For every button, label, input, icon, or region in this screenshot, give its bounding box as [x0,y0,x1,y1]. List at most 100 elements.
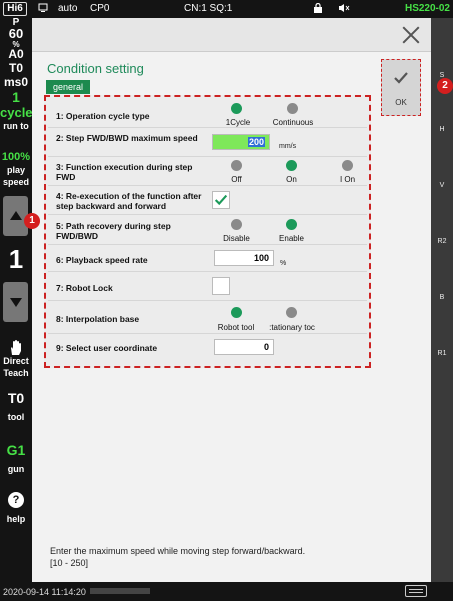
row-label: 5: Path recovery during step FWD/BWD [56,221,171,241]
dialog-header [32,18,431,52]
status-strip [90,588,150,594]
teach-label: Teach [3,368,29,378]
row-label: 1: Operation cycle type [56,111,150,121]
radio-label: Disable [223,234,250,243]
help-label[interactable]: help [0,514,32,524]
radio-label: Enable [279,234,304,243]
bottom-bar: 2020-09-14 11:14:20 [0,582,453,601]
logo: Hi6 [3,2,27,16]
help-text: Enter the maximum speed while moving ste… [50,545,305,569]
radio-label: Off [231,175,242,184]
radio-robot-tool[interactable] [231,307,242,318]
axis-r1[interactable]: R1 [431,350,453,357]
step-down-button[interactable] [3,282,28,322]
row-label: 7: Robot Lock [56,283,113,293]
row-robot-lock: 7: Robot Lock [48,272,367,301]
step-speed-value: 200 [247,137,265,147]
radio-continuous[interactable] [287,103,298,114]
lock-icon [314,3,322,13]
cycle-button[interactable]: cycle [0,106,33,120]
row-label: 3: Function execution during step FWD [56,162,193,182]
radio-label: Robot tool [217,323,255,332]
settings-panel: 1: Operation cycle type 1Cycle Continuou… [44,95,371,368]
robot-lock-checkbox[interactable] [212,277,230,295]
unit-label: % [280,260,287,267]
datetime: 2020-09-14 11:14:20 [3,587,86,597]
right-axis-rail: S H V R2 B R1 [431,18,453,582]
close-icon[interactable] [402,26,420,44]
row-user-coordinate: 9: Select user coordinate 0 [48,334,367,362]
ms0-label: ms0 [3,75,29,89]
axis-r2[interactable]: R2 [431,238,453,245]
check-icon [214,194,228,206]
row-label: 6: Playback speed rate [56,255,148,265]
tool-value[interactable]: T0 [0,390,32,406]
row-playback-speed: 6: Playback speed rate 100 % [48,245,367,272]
robot-model: HS220-02 [404,3,450,14]
row-interpolation-base: 8: Interpolation base Robot tool :tation… [48,301,367,334]
tab-general[interactable]: general [46,80,90,94]
axis-v[interactable]: V [431,182,453,189]
row-label: 4: Re-execution of the function after st… [56,191,202,211]
row-path-recovery: 5: Path recovery during step FWD/BWD Dis… [48,215,367,245]
radio-label: On [286,175,297,184]
play-speed-value[interactable]: 100% [0,151,32,163]
tool-label: tool [7,412,25,422]
row-reexecution: 4: Re-execution of the function after st… [48,186,367,215]
status-bar: Hi6 auto CP0 CN:1 SQ:1 HS220-02 [0,0,453,18]
row-label: 2: Step FWD/BWD maximum speed [56,133,198,143]
gun-label: gun [7,464,25,474]
row-function-execution: 3: Function execution during step FWD Of… [48,157,367,186]
ok-button[interactable]: OK [381,59,421,116]
screen: Hi6 auto CP0 CN:1 SQ:1 HS220-02 P 60 % A… [0,0,453,601]
radio-off[interactable] [231,160,242,171]
speed-label: speed [2,177,29,187]
radio-label: :tationary toc [269,323,315,332]
row-label: 8: Interpolation base [56,314,140,324]
t0-label: T0 [8,61,23,75]
radio-enable[interactable] [286,219,297,230]
left-sidebar: P 60 % A0 T0 ms0 1 cycle run to 100% pla… [0,18,33,582]
cn-sq-indicator: CN:1 SQ:1 [184,3,233,14]
radio-label: I On [339,175,356,184]
row-label: 9: Select user coordinate [56,343,158,353]
step-speed-input[interactable]: 200 [212,134,270,150]
reexecution-checkbox[interactable] [212,191,230,209]
radio-label: 1Cycle [225,118,251,127]
radio-i-on[interactable] [342,160,353,171]
radio-label: Continuous [272,118,314,127]
radio-stationary-tool[interactable] [286,307,297,318]
playback-rate-input[interactable]: 100 [214,250,274,266]
help-description: Enter the maximum speed while moving ste… [50,546,306,556]
step-number: 1 [8,244,24,274]
speed-value[interactable]: 60 [0,27,32,41]
check-icon [394,72,408,84]
help-range: [10 - 250] [50,558,89,568]
annotation-badge-2: 2 [437,78,453,94]
user-coordinate-input[interactable]: 0 [214,339,274,355]
direct-teach-button[interactable]: Direct [0,356,32,366]
hand-icon [11,340,21,355]
axis-h[interactable]: H [431,126,453,133]
unit-label: mm/s [279,143,297,150]
annotation-badge-1: 1 [24,213,40,229]
speaker-mute-icon [339,4,350,12]
radio-disable[interactable] [231,219,242,230]
row-step-max-speed: 2: Step FWD/BWD maximum speed 200 mm/s [48,128,367,157]
gun-value[interactable]: G1 [0,442,32,458]
axis-label: A0 [8,47,24,61]
row-operation-cycle: 1: Operation cycle type 1Cycle Continuou… [48,101,367,128]
help-icon[interactable]: ? [8,492,24,508]
cycle-number: 1 [12,89,20,105]
run-to-label[interactable]: run to [0,121,32,131]
play-label: play [6,165,25,175]
condition-setting-dialog: Condition setting general OK 1: Operatio… [32,18,431,582]
mode-indicator: auto [58,3,78,14]
dialog-title: Condition setting [47,61,144,76]
cp-indicator: CP0 [90,3,110,14]
axis-b[interactable]: B [431,294,453,301]
monitor-icon [38,3,48,12]
radio-1cycle[interactable] [231,103,242,114]
radio-on[interactable] [286,160,297,171]
keyboard-icon[interactable] [405,585,427,597]
